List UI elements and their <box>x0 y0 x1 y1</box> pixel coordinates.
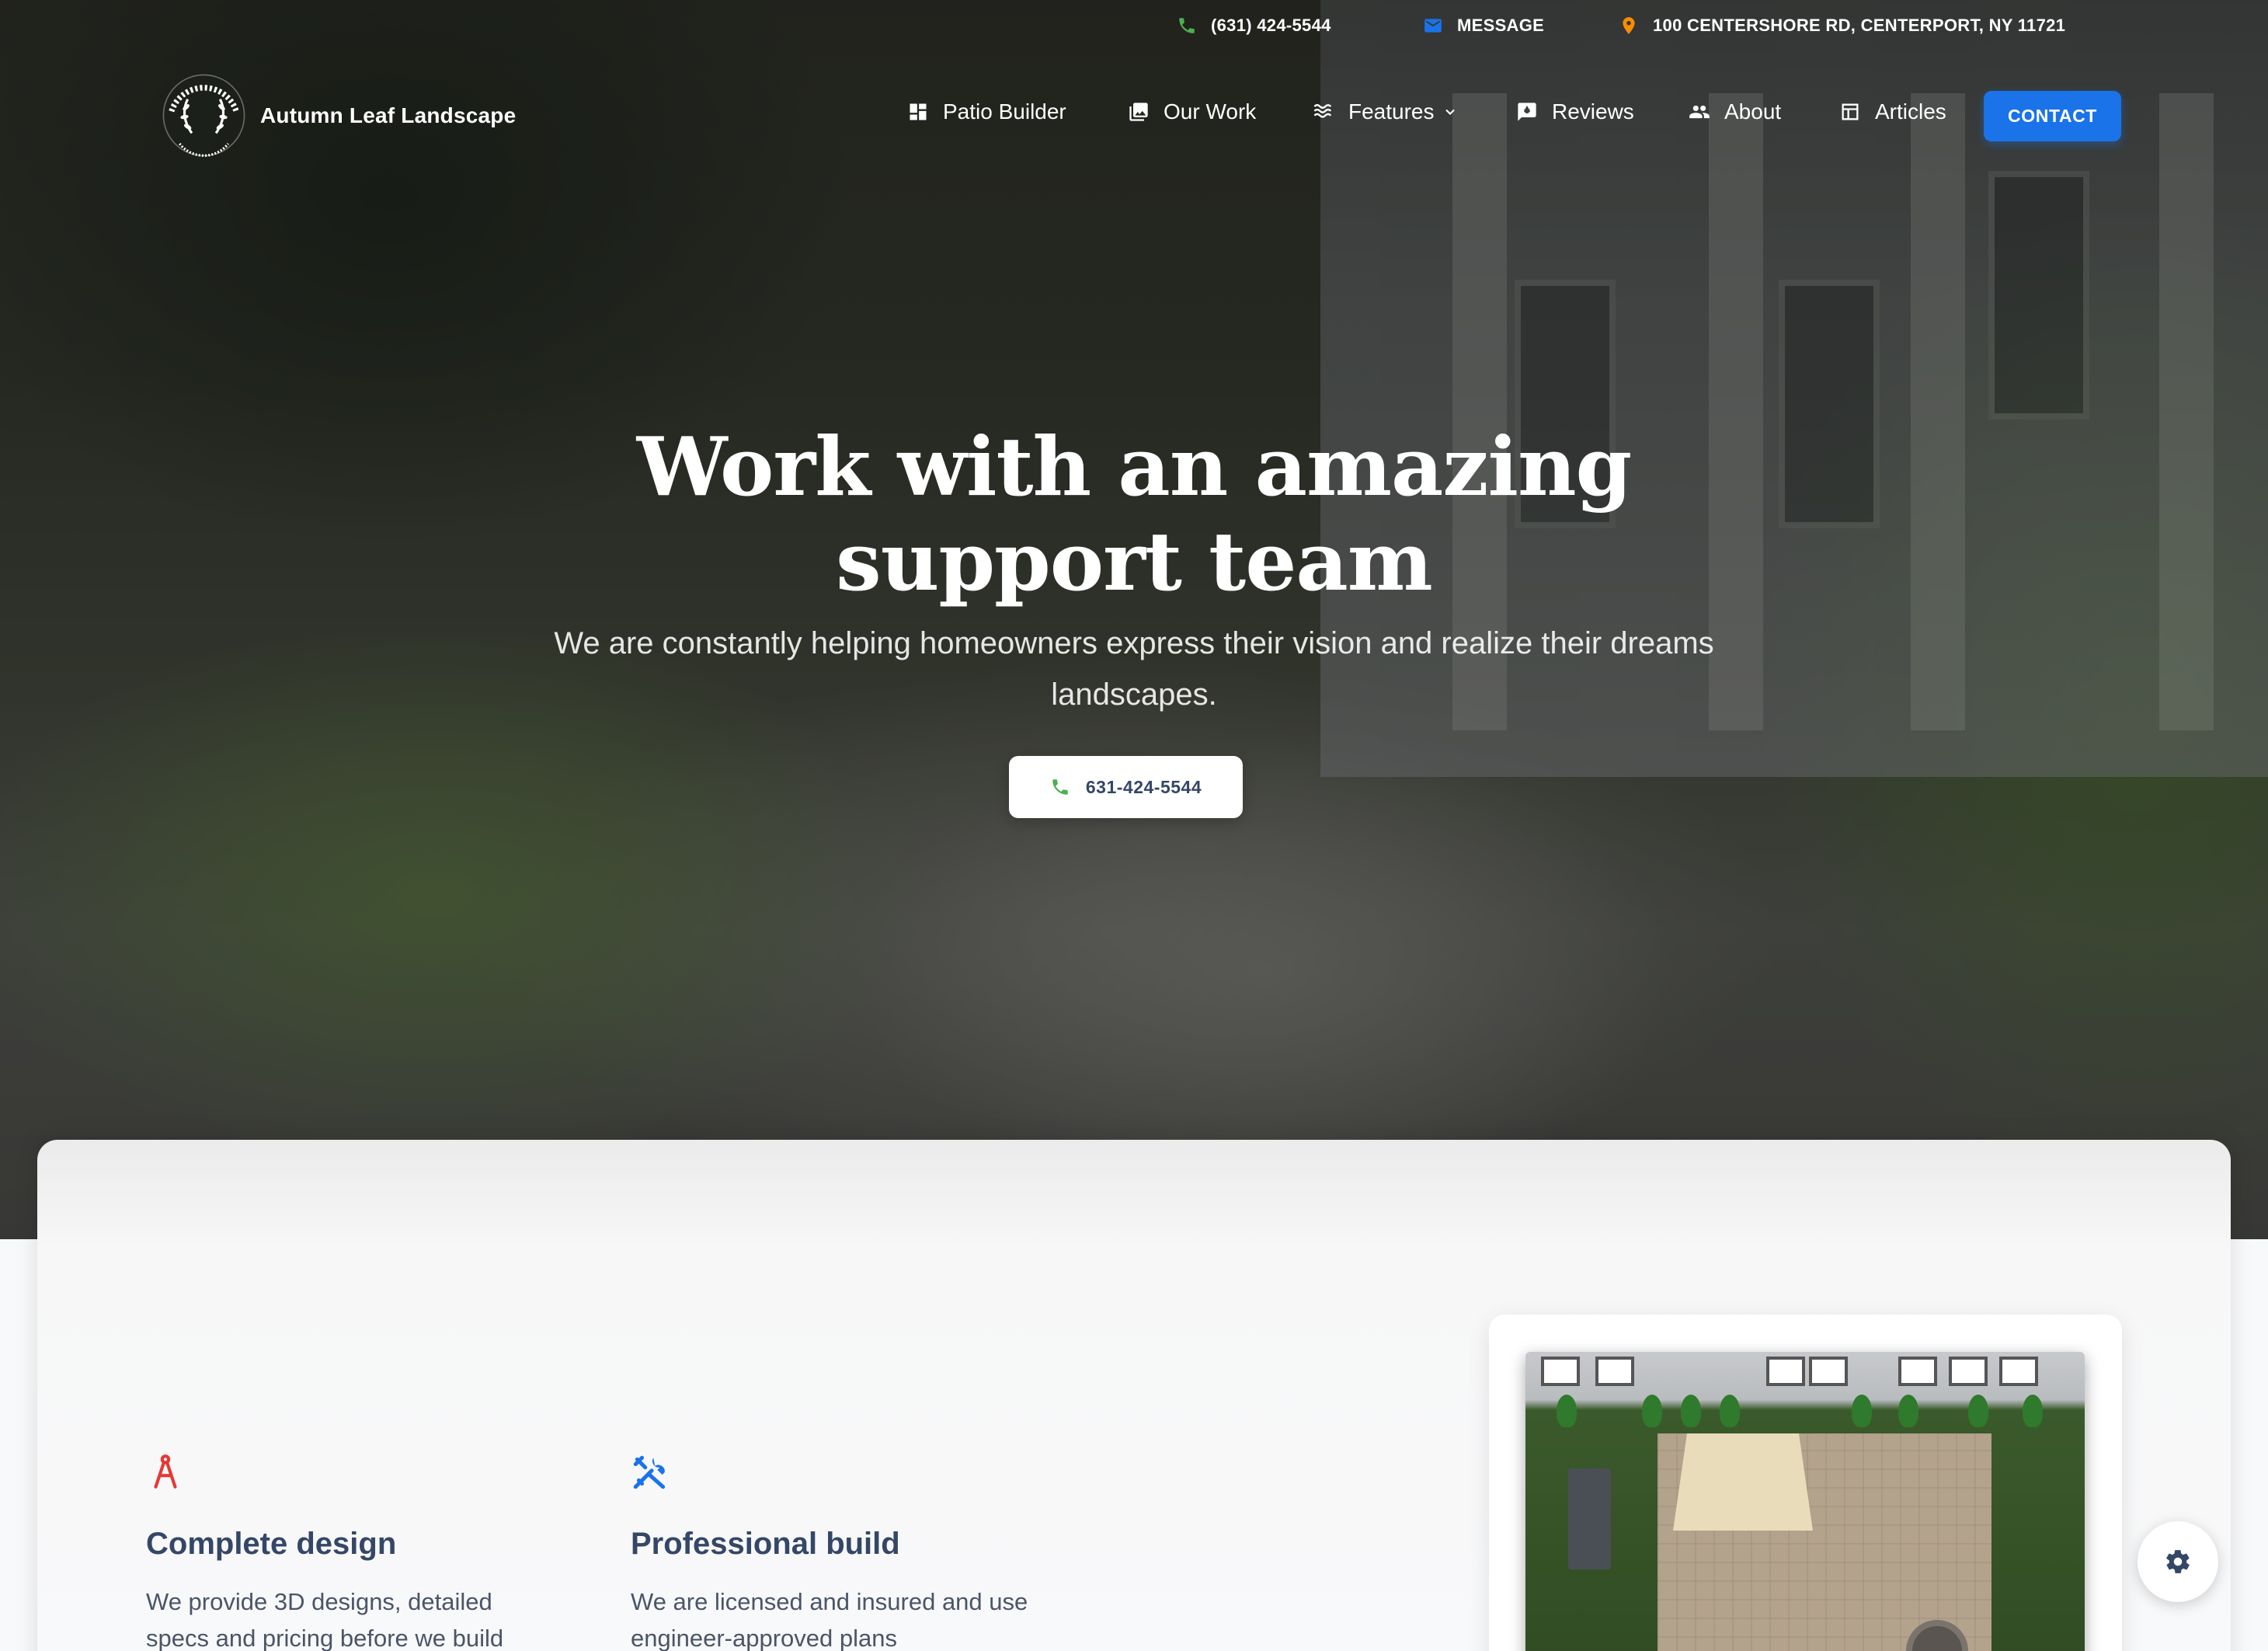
drafting-compass-icon <box>154 1454 177 1489</box>
location-pin-icon <box>1623 17 1635 34</box>
phone-icon <box>1052 779 1068 795</box>
hero-title: Work with an amazing support team <box>435 420 1833 609</box>
chevron-down-icon <box>1445 109 1455 115</box>
gear-icon <box>2166 1550 2190 1573</box>
nav-label-our-work: Our Work <box>1164 99 1257 124</box>
nav-label-articles: Articles <box>1875 99 1946 124</box>
render-grill <box>1568 1468 1611 1569</box>
topbar-message-text: MESSAGE <box>1457 16 1545 35</box>
feature-title: Complete design <box>146 1527 397 1561</box>
nav-label-features: Features <box>1348 99 1435 124</box>
hero-call-label: 631-424-5544 <box>1085 776 1202 797</box>
tools-icon <box>633 1455 666 1489</box>
hero-title-line2: support team <box>836 514 1433 609</box>
nav-item-patio-builder[interactable]: Patio Builder <box>907 99 1066 124</box>
brand-logo-link[interactable]: Autumn Leaf Landscape <box>155 67 516 164</box>
nav-label-about: About <box>1724 99 1782 124</box>
hero-subtitle: We are constantly helping homeowners exp… <box>554 626 1714 712</box>
brand-name: Autumn Leaf Landscape <box>260 103 517 127</box>
article-icon <box>1842 103 1859 120</box>
feature-text: We provide 3D designs, detailed specs an… <box>146 1588 504 1651</box>
rate-review-icon <box>1518 103 1536 121</box>
nav-item-articles[interactable]: Articles <box>1839 99 1946 124</box>
nav-item-our-work[interactable]: Our Work <box>1128 99 1256 124</box>
nav-item-features[interactable]: Features <box>1313 99 1458 124</box>
nav-item-about[interactable]: About <box>1689 99 1781 124</box>
nav-item-reviews[interactable]: Reviews <box>1516 99 1634 124</box>
nav-label-patio-builder: Patio Builder <box>943 99 1066 124</box>
topbar-phone-text: (631) 424-5544 <box>1211 16 1331 35</box>
hero-call-button[interactable]: 631-424-5544 <box>1009 756 1243 818</box>
feature-text: We are licensed and insured and use engi… <box>631 1588 1028 1651</box>
topbar-message-link[interactable]: MESSAGE <box>1423 16 1544 36</box>
feature-professional-build: Professional build We are licensed and i… <box>631 1453 1035 1651</box>
feature-title: Professional build <box>631 1527 900 1561</box>
waves-icon <box>1313 104 1332 118</box>
render-house-windows <box>1525 1352 2085 1395</box>
hero-section: (631) 424-5544 MESSAGE 100 CENTERSHORE R… <box>0 0 2268 1239</box>
render-umbrella <box>1673 1433 1813 1531</box>
topbar-address-text: 100 CENTERSHORE RD, CENTERPORT, NY 11721 <box>1653 16 2066 35</box>
patio-3d-render-image[interactable] <box>1525 1352 2085 1651</box>
photo-library-icon <box>1129 103 1148 121</box>
phone-icon <box>1179 18 1195 33</box>
feature-complete-design: Complete design We provide 3D designs, d… <box>146 1453 550 1651</box>
settings-button[interactable] <box>2138 1521 2218 1602</box>
mail-icon <box>1424 19 1442 33</box>
contact-button[interactable]: CONTACT <box>1984 91 2121 141</box>
topbar-phone-link[interactable]: (631) 424-5544 <box>1177 16 1331 36</box>
hero-title-line1: Work with an amazing <box>636 419 1633 514</box>
people-icon <box>1689 105 1710 119</box>
dashboard-icon <box>910 103 927 120</box>
autumn-leaf-logo-icon <box>162 74 245 157</box>
nav-label-reviews: Reviews <box>1552 99 1634 124</box>
topbar-address-link[interactable]: 100 CENTERSHORE RD, CENTERPORT, NY 11721 <box>1619 16 2065 36</box>
